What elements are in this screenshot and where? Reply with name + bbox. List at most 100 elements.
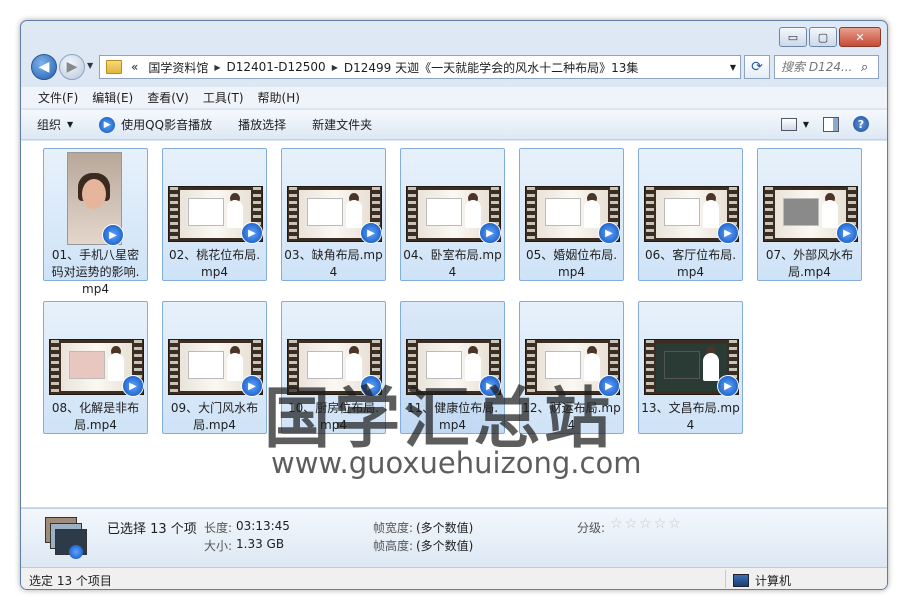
file-name: 07、外部风水布局.mp4 bbox=[765, 248, 854, 279]
star-icon[interactable]: ☆ bbox=[668, 516, 681, 532]
new-folder-button[interactable]: 新建文件夹 bbox=[312, 116, 372, 133]
qq-player-badge-icon: ▶ bbox=[717, 375, 739, 397]
forward-button[interactable]: ▶ bbox=[59, 54, 85, 80]
navigation-row: ◀ ▶ ▼ « 国学资料馆 ▶ D12401-D12500 ▶ D12499 天… bbox=[29, 53, 879, 81]
qq-player-badge-icon: ▶ bbox=[598, 222, 620, 244]
file-name: 04、卧室布局.mp4 bbox=[403, 248, 502, 279]
explorer-window: ▭ ▢ ✕ ◀ ▶ ▼ « 国学资料馆 ▶ D12401-D12500 ▶ D1… bbox=[20, 20, 888, 590]
recent-pages-dropdown[interactable]: ▼ bbox=[87, 61, 93, 70]
play-with-qq-button[interactable]: ▶ 使用QQ影音播放 bbox=[99, 116, 212, 133]
breadcrumb-item[interactable]: 国学资料馆 bbox=[143, 59, 213, 76]
organize-label: 组织 bbox=[37, 118, 62, 132]
toolbar-right: ▼ ? bbox=[780, 116, 869, 132]
star-icon[interactable]: ☆ bbox=[654, 516, 667, 532]
change-view-button[interactable]: ▼ bbox=[780, 117, 809, 131]
frame-width-value: (多个数值) bbox=[416, 521, 474, 535]
menu-edit[interactable]: 编辑(E) bbox=[85, 89, 140, 106]
file-name: 08、化解是非布局.mp4 bbox=[51, 401, 140, 432]
qq-player-badge-icon: ▶ bbox=[717, 222, 739, 244]
star-icon[interactable]: ☆ bbox=[610, 516, 623, 532]
qq-player-badge-icon: ▶ bbox=[479, 222, 501, 244]
qq-player-badge-icon: ▶ bbox=[836, 222, 858, 244]
folder-icon bbox=[106, 60, 122, 74]
chevron-down-icon: ▼ bbox=[67, 120, 74, 129]
refresh-icon: ⟳ bbox=[751, 59, 763, 75]
minimize-button[interactable]: ▭ bbox=[779, 27, 807, 47]
status-location: 计算机 bbox=[733, 572, 791, 589]
caption-buttons: ▭ ▢ ✕ bbox=[779, 27, 881, 47]
frame-height-value: (多个数值) bbox=[416, 539, 474, 553]
breadcrumb-separator-icon[interactable]: ▶ bbox=[213, 63, 221, 72]
watermark-url: www.guoxuehuizong.com bbox=[271, 446, 642, 480]
qq-player-badge-icon: ▶ bbox=[241, 375, 263, 397]
size-label: 大小: bbox=[204, 539, 233, 553]
frame-height-label: 帧高度: bbox=[373, 539, 414, 553]
close-button[interactable]: ✕ bbox=[839, 27, 881, 47]
qq-player-badge-icon: ▶ bbox=[241, 222, 263, 244]
back-button[interactable]: ◀ bbox=[31, 54, 57, 80]
breadcrumb-overflow[interactable]: « bbox=[126, 60, 143, 74]
file-name: 09、大门风水布局.mp4 bbox=[170, 401, 259, 432]
file-list[interactable]: ▶ 01、手机八星密码对运势的影响.mp4 ▶ 02、桃花位布局.mp4 ▶ 0… bbox=[21, 141, 887, 507]
selection-count: 已选择 13 个项 bbox=[107, 522, 197, 537]
organize-button[interactable]: 组织 ▼ bbox=[37, 116, 73, 133]
qq-player-badge-icon: ▶ bbox=[122, 375, 144, 397]
rating-stars[interactable]: ☆ ☆ ☆ ☆ ☆ bbox=[610, 516, 683, 532]
file-tile[interactable]: ▶ 08、化解是非布局.mp4 bbox=[43, 301, 148, 434]
duration-value: 03:13:45 bbox=[236, 519, 290, 533]
frame-width-label: 帧宽度: bbox=[373, 521, 414, 535]
file-tile[interactable]: ▶ 05、婚姻位布局.mp4 bbox=[519, 148, 624, 281]
play-selection-button[interactable]: 播放选择 bbox=[238, 116, 286, 133]
file-name: 03、缺角布局.mp4 bbox=[284, 248, 383, 279]
view-icon bbox=[780, 117, 797, 131]
file-tile[interactable]: ▶ 03、缺角布局.mp4 bbox=[281, 148, 386, 281]
arrow-right-icon: ▶ bbox=[66, 59, 78, 75]
file-tile[interactable]: ▶ 13、文昌布局.mp4 bbox=[638, 301, 743, 434]
video-stack-icon bbox=[45, 517, 87, 559]
menu-bar: 文件(F) 编辑(E) 查看(V) 工具(T) 帮助(H) bbox=[21, 87, 887, 109]
file-name: 06、客厅位布局.mp4 bbox=[644, 248, 737, 279]
menu-tools[interactable]: 工具(T) bbox=[196, 89, 251, 106]
breadcrumb-item[interactable]: D12401-D12500 bbox=[222, 60, 331, 74]
address-bar[interactable]: « 国学资料馆 ▶ D12401-D12500 ▶ D12499 天迦《一天就能… bbox=[99, 55, 741, 79]
star-icon[interactable]: ☆ bbox=[639, 516, 652, 532]
duration-label: 长度: bbox=[204, 521, 233, 535]
file-tile[interactable]: ▶ 04、卧室布局.mp4 bbox=[400, 148, 505, 281]
computer-icon bbox=[733, 574, 749, 587]
command-bar: 组织 ▼ ▶ 使用QQ影音播放 播放选择 新建文件夹 ▼ ? bbox=[21, 110, 887, 140]
refresh-button[interactable]: ⟳ bbox=[744, 55, 770, 79]
size-value: 1.33 GB bbox=[236, 537, 285, 551]
address-dropdown-icon[interactable]: ▼ bbox=[726, 63, 740, 72]
search-input[interactable] bbox=[775, 59, 861, 75]
preview-pane-icon[interactable] bbox=[823, 116, 839, 132]
arrow-left-icon: ◀ bbox=[38, 59, 50, 75]
breadcrumb-item[interactable]: D12499 天迦《一天就能学会的风水十二种布局》13集 bbox=[339, 59, 644, 76]
file-name: 02、桃花位布局.mp4 bbox=[168, 248, 261, 279]
file-tile[interactable]: ▶ 06、客厅位布局.mp4 bbox=[638, 148, 743, 281]
file-tile[interactable]: ▶ 02、桃花位布局.mp4 bbox=[162, 148, 267, 281]
menu-file[interactable]: 文件(F) bbox=[31, 89, 85, 106]
help-icon[interactable]: ? bbox=[853, 116, 869, 132]
file-tile[interactable]: ▶ 09、大门风水布局.mp4 bbox=[162, 301, 267, 434]
details-pane: 已选择 13 个项 长度: 03:13:45 大小: 1.33 GB 帧宽度: … bbox=[21, 508, 887, 567]
rating-label: 分级: bbox=[577, 521, 606, 535]
maximize-button[interactable]: ▢ bbox=[809, 27, 837, 47]
search-box[interactable]: ⌕ bbox=[774, 55, 879, 79]
star-icon[interactable]: ☆ bbox=[625, 516, 638, 532]
status-location-label: 计算机 bbox=[755, 574, 792, 588]
chevron-down-icon: ▼ bbox=[802, 119, 809, 129]
search-icon[interactable]: ⌕ bbox=[861, 60, 868, 75]
file-name: 13、文昌布局.mp4 bbox=[641, 401, 740, 432]
file-tile[interactable]: ▶ 01、手机八星密码对运势的影响.mp4 bbox=[43, 148, 148, 296]
breadcrumb-separator-icon[interactable]: ▶ bbox=[331, 63, 339, 72]
qq-player-icon: ▶ bbox=[99, 116, 116, 133]
file-name: 01、手机八星密码对运势的影响.mp4 bbox=[51, 248, 140, 296]
status-selection-text: 选定 13 个项目 bbox=[29, 574, 112, 588]
menu-help[interactable]: 帮助(H) bbox=[251, 89, 307, 106]
status-divider bbox=[725, 570, 726, 588]
file-tile[interactable]: ▶ 07、外部风水布局.mp4 bbox=[757, 148, 862, 281]
menu-view[interactable]: 查看(V) bbox=[140, 89, 196, 106]
qq-player-badge-icon: ▶ bbox=[360, 222, 382, 244]
qq-player-badge-icon: ▶ bbox=[102, 224, 124, 246]
play-label: 使用QQ影音播放 bbox=[121, 118, 213, 132]
